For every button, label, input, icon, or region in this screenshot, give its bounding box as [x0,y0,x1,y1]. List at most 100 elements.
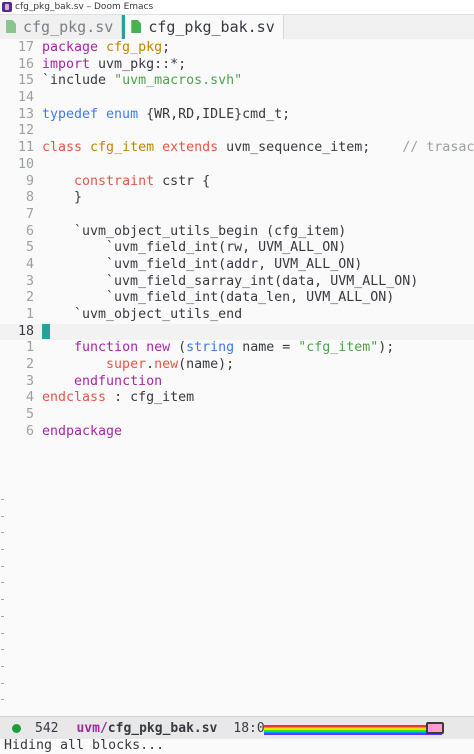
line-number: 8 [25,190,34,206]
line-number: 7 [25,206,34,222]
code-token: name = [242,340,299,356]
line-code: } [42,190,82,207]
code-token: enum [106,106,147,122]
code-token: ); [378,340,395,356]
code-line[interactable]: 2 super.new(name); [0,357,474,374]
code-token: constraint [74,173,163,189]
empty-line-markers [0,491,6,716]
emacs-icon [2,2,12,12]
nyan-progress-bar [264,725,442,736]
tab-cfg-pkg-bak[interactable]: cfg_pkg_bak.sv [122,15,284,39]
line-number: 16 [17,56,34,72]
line-number: 13 [17,106,34,122]
empty-line-marker [0,691,6,708]
buffer-filename: cfg_pkg_bak.sv [107,720,218,736]
line-number: 1 [25,307,34,322]
code-line[interactable]: 7 [0,207,474,224]
code-token: extends [162,140,227,156]
code-token: cfg_item [90,140,163,156]
code-line[interactable]: 13 typedef enum {WR,RD,IDLE}cmd_t; [0,107,474,124]
code-token: typedef [42,106,107,122]
code-line[interactable]: 8 } [0,190,474,207]
line-code: `uvm_object_utils_end [42,307,242,324]
code-token: function [74,340,147,356]
empty-line-marker [0,708,6,716]
empty-line-marker [0,591,6,608]
code-token: // trasaction [402,140,474,156]
code-line[interactable]: 14 [0,90,474,107]
line-code: `uvm_field_sarray_int(data, UVM_ALL_ON) [42,274,418,291]
nyan-cat-icon [426,722,444,734]
code-token: `uvm_object_utils_begin (cfg_item) [42,223,347,239]
code-token: import [42,56,99,72]
code-line[interactable]: 12 [0,123,474,140]
code-line[interactable]: 4 `uvm_field_int(addr, UVM_ALL_ON) [0,257,474,274]
line-number: 9 [25,173,34,189]
empty-line-marker [0,625,6,642]
line-code: constraint cstr { [42,174,210,191]
code-token: super [106,357,147,373]
buffer-size: 542 [35,720,59,736]
code-token: "uvm_macros.svh" [114,73,243,89]
line-number: 11 [17,140,34,156]
code-line[interactable]: 16 import uvm_pkg::*; [0,57,474,74]
line-code: `uvm_field_int(addr, UVM_ALL_ON) [42,257,362,274]
empty-line-marker [0,658,6,675]
code-line[interactable]: 6 endpackage [0,424,474,441]
line-code: endfunction [42,374,162,391]
window-titlebar: cfg_pkg_bak.sv – Doom Emacs [0,0,474,15]
empty-line-marker [0,558,6,575]
empty-line-marker [0,508,6,525]
tab-label: cfg_pkg.sv [23,18,114,36]
code-token: endclass [42,390,115,406]
status-dot-icon [12,723,21,733]
code-token: "cfg_item" [298,340,379,356]
line-code: endclass : cfg_item [42,390,194,407]
current-line[interactable]: 18 [0,323,474,341]
code-token: cfg_pkg [106,40,163,55]
code-token: package [42,40,107,55]
code-line[interactable]: 2 `uvm_field_int(data_len, UVM_ALL_ON) [0,290,474,307]
code-line[interactable]: 4 endclass : cfg_item [0,390,474,407]
empty-line-marker [0,524,6,541]
code-line[interactable]: 17 package cfg_pkg; [0,40,474,57]
code-line[interactable]: 5 `uvm_field_int(rw, UVM_ALL_ON) [0,240,474,257]
code-token: string [186,340,243,356]
code-line[interactable]: 6 `uvm_object_utils_begin (cfg_item) [0,224,474,241]
code-token: {WR,RD,IDLE}cmd_t; [146,106,291,122]
code-token: class [42,140,91,156]
verilog-file-icon [6,20,17,34]
code-token: cstr { [162,173,211,189]
line-number: 4 [25,256,34,272]
code-token: `uvm_object_utils_end [42,307,243,322]
line-code: function new (string name = "cfg_item"); [42,340,394,357]
line-code: import uvm_pkg::*; [42,57,186,74]
code-line[interactable]: 1 `uvm_object_utils_end [0,307,474,324]
code-line[interactable]: 3 endfunction [0,374,474,391]
editor-buffer[interactable]: 17 package cfg_pkg; 16 import uvm_pkg::*; 15… [0,40,474,716]
code-line[interactable]: 11 class cfg_item extends uvm_sequence_it… [0,140,474,157]
line-number: 3 [25,373,34,389]
code-line[interactable]: 1 function new (string name = "cfg_item"… [0,340,474,357]
code-line[interactable]: 5 [0,407,474,424]
code-token: ; [162,40,171,55]
code-token: ( [178,340,187,356]
line-number: 10 [17,156,34,172]
line-number: 18 [17,323,34,339]
code-line[interactable]: 9 constraint cstr { [0,174,474,191]
code-line[interactable]: 3 `uvm_field_sarray_int(data, UVM_ALL_ON… [0,274,474,291]
code-line[interactable]: 10 [0,157,474,174]
empty-line-marker [0,541,6,558]
tab-label: cfg_pkg_bak.sv [148,18,275,36]
code-line[interactable]: 15 `include "uvm_macros.svh" [0,73,474,90]
line-code: `uvm_field_int(data_len, UVM_ALL_ON) [42,290,394,307]
line-number: 5 [25,407,34,423]
empty-line-marker [0,491,6,508]
line-number: 1 [25,340,34,356]
empty-line-marker [0,608,6,625]
tab-cfg-pkg[interactable]: cfg_pkg.sv [0,15,123,39]
